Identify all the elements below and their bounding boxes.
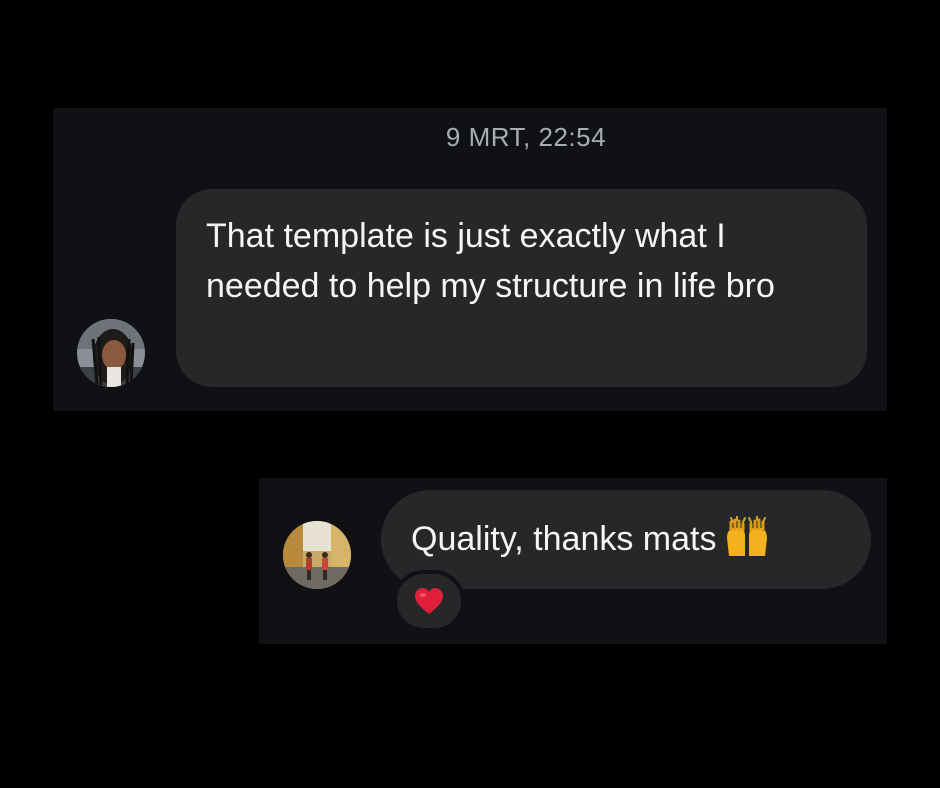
message-timestamp: 9 MRT, 22:54 <box>445 122 607 152</box>
raising-hands-icon <box>723 516 771 558</box>
avatar-person-dreadlocks-icon <box>77 319 145 387</box>
message-text: Quality, thanks mats <box>411 520 717 558</box>
message-group-2: Quality, thanks mats <box>259 478 887 644</box>
message-bubble[interactable]: That template is just exactly what I nee… <box>176 189 867 387</box>
sender-avatar[interactable] <box>283 521 351 589</box>
sender-avatar[interactable] <box>77 319 145 387</box>
chat-screen: 9 MRT, 22:54 That template is just exact… <box>0 0 940 788</box>
message-text: That template is just exactly what I nee… <box>206 217 775 305</box>
avatar-street-photo-icon <box>283 521 351 589</box>
message-group-1: 9 MRT, 22:54 That template is just exact… <box>53 108 887 411</box>
reaction-badge[interactable] <box>393 570 465 632</box>
message-bubble[interactable]: Quality, thanks mats <box>381 490 871 589</box>
red-heart-icon <box>415 588 443 614</box>
